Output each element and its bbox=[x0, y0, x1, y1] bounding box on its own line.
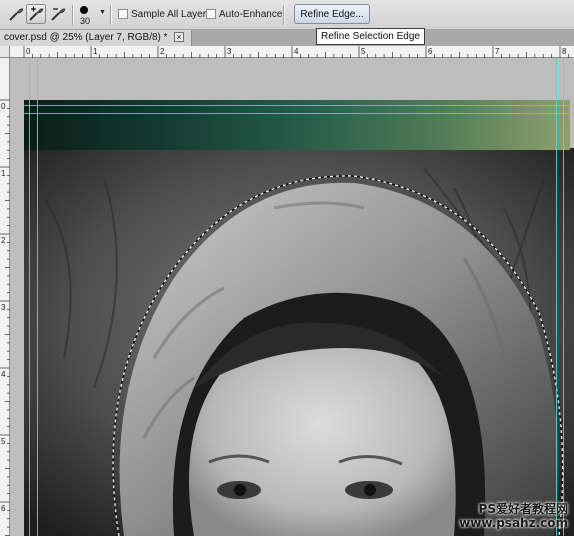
ruler-label: 4 bbox=[294, 47, 299, 56]
guide-line[interactable] bbox=[556, 58, 557, 536]
ruler-label: 2 bbox=[1, 236, 6, 245]
canvas-area[interactable]: PS爱好者教程网 www.psahz.com bbox=[10, 58, 574, 536]
ruler-label: 6 bbox=[428, 47, 433, 56]
brush-preview-icon[interactable] bbox=[80, 6, 88, 14]
ruler-label: 7 bbox=[495, 47, 500, 56]
guide-line[interactable] bbox=[24, 113, 574, 114]
ruler-label: 8 bbox=[562, 47, 567, 56]
separator bbox=[283, 5, 285, 25]
options-bar: 30 ▼ Sample All Layers Auto-Enhance Refi… bbox=[0, 0, 574, 30]
quick-selection-subtract-icon[interactable] bbox=[48, 4, 68, 24]
ruler-label: 1 bbox=[1, 169, 6, 178]
watermark-line2: www.psahz.com bbox=[459, 516, 568, 530]
ruler-label: 3 bbox=[227, 47, 232, 56]
quick-selection-add-icon[interactable] bbox=[26, 4, 46, 24]
quick-selection-icon[interactable] bbox=[6, 4, 26, 24]
brush-picker-chevron-down-icon[interactable]: ▼ bbox=[99, 9, 106, 16]
ruler-label: 0 bbox=[26, 47, 31, 56]
separator bbox=[110, 5, 112, 25]
horizontal-ruler[interactable]: 0 1 2 3 4 5 6 7 8 bbox=[10, 46, 574, 58]
sample-all-layers-label: Sample All Layers bbox=[131, 9, 212, 20]
watermark: PS爱好者教程网 www.psahz.com bbox=[459, 502, 568, 530]
ruler-label: 5 bbox=[1, 437, 6, 446]
ruler-label: 4 bbox=[1, 370, 6, 379]
document-tab[interactable]: cover.psd @ 25% (Layer 7, RGB/8) * × bbox=[0, 30, 192, 46]
vertical-ruler[interactable]: 0 1 2 3 4 5 6 bbox=[0, 58, 10, 536]
close-icon[interactable]: × bbox=[174, 32, 184, 42]
guide-line[interactable] bbox=[29, 58, 30, 536]
refine-edge-tooltip: Refine Selection Edge bbox=[316, 28, 425, 45]
ruler-label: 0 bbox=[1, 102, 6, 111]
ruler-label: 6 bbox=[1, 504, 6, 513]
guide-line[interactable] bbox=[37, 58, 38, 536]
refine-edge-button[interactable]: Refine Edge... bbox=[294, 4, 370, 24]
ruler-label: 2 bbox=[160, 47, 165, 56]
brush-size-value: 30 bbox=[80, 16, 91, 26]
sample-all-layers-checkbox[interactable] bbox=[118, 9, 128, 19]
auto-enhance-checkbox[interactable] bbox=[206, 9, 216, 19]
banner-layer bbox=[24, 100, 570, 150]
watermark-line1: PS爱好者教程网 bbox=[478, 502, 568, 516]
ruler-origin[interactable] bbox=[0, 46, 10, 58]
separator bbox=[72, 5, 74, 25]
document-tab-title: cover.psd @ 25% (Layer 7, RGB/8) * bbox=[4, 32, 168, 43]
ruler-label: 1 bbox=[93, 47, 98, 56]
guide-line[interactable] bbox=[563, 58, 564, 536]
auto-enhance-label: Auto-Enhance bbox=[219, 9, 283, 20]
guide-line[interactable] bbox=[24, 105, 574, 106]
ruler-label: 3 bbox=[1, 303, 6, 312]
ruler-label: 5 bbox=[361, 47, 366, 56]
